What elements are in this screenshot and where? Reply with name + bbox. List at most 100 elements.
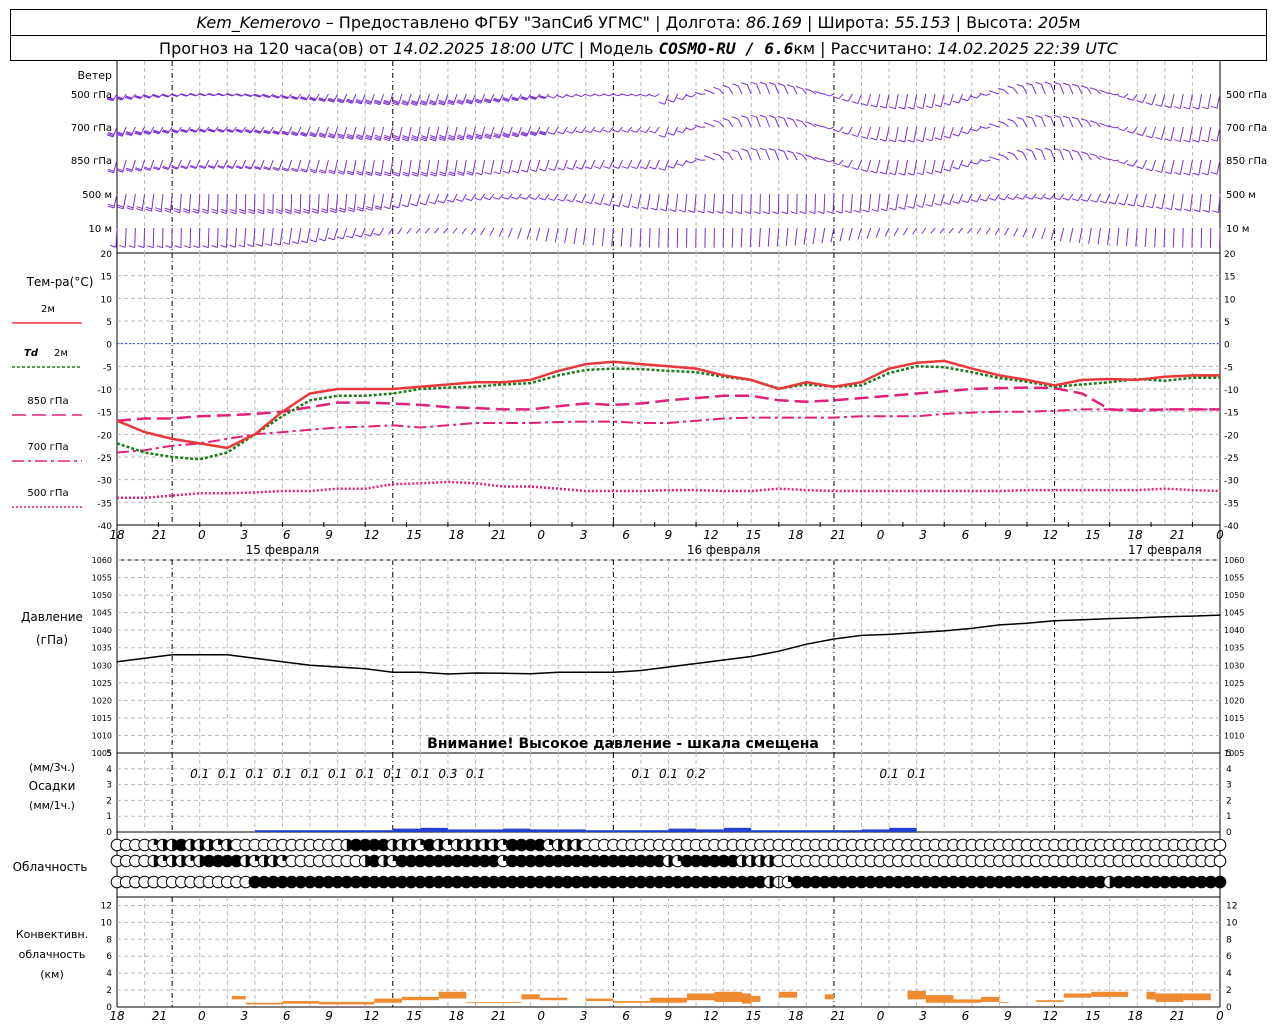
wind-barb-flag [768,115,776,118]
wind-barb [1198,159,1203,176]
wind-barb-flag [759,147,766,151]
wind-barb [866,159,872,172]
conv-tick-left: 10 [101,918,113,928]
cloud-title: Облачность [13,860,88,874]
time-tick: 9 [665,528,673,542]
wind-barb [740,193,743,214]
wind-barb-flag [383,206,390,210]
wind-barb [124,227,127,248]
wind-level-label-right: 700 гПа [1226,123,1267,134]
wind-barb-flag [457,172,464,176]
wind-barb-flag [753,211,761,215]
wind-barb [112,93,118,102]
wind-barb [876,93,881,108]
wind-barb-flag [851,167,858,171]
wind-barb-flag [493,171,501,175]
wind-barb-flag [1212,210,1219,214]
wind-barb [1151,126,1157,138]
time-tick: 9 [1004,1009,1012,1023]
wind-barb [750,193,752,214]
precip-bar [613,830,641,832]
wind-barb-flag [697,210,705,214]
precip-bar [833,830,862,832]
wind-barb [535,126,541,136]
wind-barb-flag [1090,199,1097,203]
precip-tick-right: 5 [1226,749,1232,759]
wind-barb [922,159,927,175]
conv-cloud-bar [1155,993,1184,1002]
wind-barb [617,126,623,133]
wind-barb-flag [520,169,528,173]
wind-barb [783,151,789,161]
wind-barb [709,157,715,161]
wind-barb [1199,193,1203,212]
wind-barb-flag [594,202,601,206]
legend-label: 2м [54,348,68,359]
wind-barb-flag [823,159,830,163]
wind-barb [1116,227,1120,246]
temp-tick-right: -30 [1224,477,1239,487]
precip-bar [310,830,338,832]
wind-barb-flag [375,205,382,209]
wind-barb-flag [275,208,283,212]
wind-barb-flag [355,234,362,238]
wind-barb-flag [1016,116,1024,120]
wind-barb-flag [648,94,656,98]
wind-barb-flag [466,170,474,174]
wind-barb [664,93,669,105]
wind-barb [261,227,265,247]
wind-barb-flag [688,210,695,213]
wind-barb [1114,93,1119,96]
wind-barb [176,159,182,170]
wind-barb [1160,126,1166,140]
wind-barb [572,159,578,170]
wind-barb [684,193,688,213]
wind-barb [902,227,908,236]
wind-barb [498,227,504,237]
wind-barb [658,227,660,248]
wind-barb [1059,117,1065,128]
wind-barb-flag [916,106,924,110]
wind-barb-flag [1118,202,1125,206]
wind-barb [829,126,835,130]
wind-barb [1114,126,1119,129]
wind-barb-flag [889,106,896,110]
pressure-tick-left: 1050 [92,591,112,600]
conv-cloud-bar [319,1001,375,1005]
cloud-symbol [1213,875,1227,889]
conv-cloud-bar [824,994,834,1000]
wind-barb-flag [291,241,299,245]
wind-barb [829,159,835,163]
wind-barb-flag [529,197,536,200]
wind-barb-flag [375,171,382,175]
wind-barb-flag [356,208,364,212]
wind-barb [1125,227,1129,247]
time-tick: 18 [1128,1009,1144,1023]
wind-barb-flag [165,245,172,249]
time-tick: 3 [240,528,248,542]
wind-barb-flag [136,206,143,210]
wind-barb-flag [439,173,446,177]
wind-barb-flag [622,205,629,208]
wind-level-label-left: 500 м [82,190,112,201]
wind-barb-flag [786,84,794,88]
precip-unit-bottom: (мм/1ч.) [29,799,75,812]
wind-barb [1059,227,1065,242]
wind-barb-flag [154,209,162,213]
wind-barb-flag [492,196,499,200]
wind-barb-flag [593,129,601,133]
wind-barb-flag [284,211,292,215]
wind-barb [691,126,697,131]
wind-barb [590,159,596,169]
time-tick: 21 [491,1009,506,1023]
wind-barb-flag [650,207,657,211]
time-tick: 0 [877,528,885,542]
wind-barb-flag [164,209,171,213]
wind-barb [317,193,320,214]
wind-barb [480,93,486,104]
wind-barb [756,150,761,161]
wind-barb-flag [621,129,628,133]
conv-cloud-bar [282,1001,320,1004]
precip-bar [778,830,807,832]
wind-barb [581,193,587,203]
